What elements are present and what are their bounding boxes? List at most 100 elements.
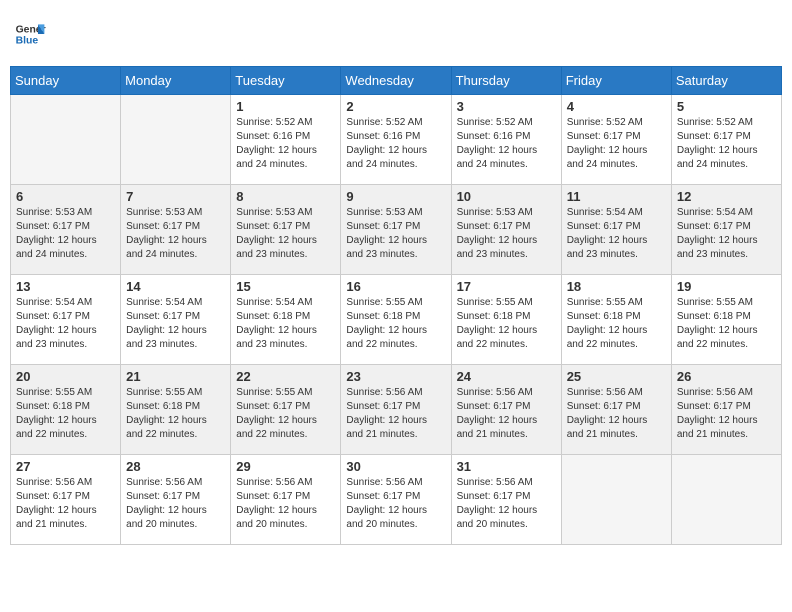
day-info: Sunrise: 5:56 AM Sunset: 6:17 PM Dayligh… bbox=[16, 476, 115, 532]
day-info: Sunrise: 5:56 AM Sunset: 6:17 PM Dayligh… bbox=[346, 476, 445, 532]
day-number: 6 bbox=[16, 189, 115, 204]
day-info: Sunrise: 5:53 AM Sunset: 6:17 PM Dayligh… bbox=[126, 206, 225, 262]
day-cell: 14 Sunrise: 5:54 AM Sunset: 6:17 PM Dayli… bbox=[121, 275, 231, 365]
day-cell: 31Sunrise: 5:56 AM Sunset: 6:17 PM Dayli… bbox=[451, 455, 561, 545]
day-number: 13 bbox=[16, 279, 115, 294]
day-number: 21 bbox=[126, 369, 225, 384]
weekday-header-saturday: Saturday bbox=[671, 67, 781, 95]
day-info: Sunrise: 5:53 AM Sunset: 6:17 PM Dayligh… bbox=[457, 206, 556, 262]
day-number: 20 bbox=[16, 369, 115, 384]
day-info: Sunrise: 5:53 AM Sunset: 6:17 PM Dayligh… bbox=[346, 206, 445, 262]
day-info: Sunrise: 5:56 AM Sunset: 6:17 PM Dayligh… bbox=[457, 476, 556, 532]
week-row-4: 20 Sunrise: 5:55 AM Sunset: 6:18 PM Dayli… bbox=[11, 365, 782, 455]
day-cell: 6 Sunrise: 5:53 AM Sunset: 6:17 PM Daylig… bbox=[11, 185, 121, 275]
day-number: 15 bbox=[236, 279, 335, 294]
day-number: 16 bbox=[346, 279, 445, 294]
day-info: Sunrise: 5:52 AM Sunset: 6:16 PM Dayligh… bbox=[236, 116, 335, 172]
day-info: Sunrise: 5:54 AM Sunset: 6:17 PM Dayligh… bbox=[16, 296, 115, 352]
weekday-header-monday: Monday bbox=[121, 67, 231, 95]
day-info: Sunrise: 5:52 AM Sunset: 6:17 PM Dayligh… bbox=[567, 116, 666, 172]
day-cell: 21Sunrise: 5:55 AM Sunset: 6:18 PM Dayli… bbox=[121, 365, 231, 455]
day-number: 28 bbox=[126, 459, 225, 474]
day-cell bbox=[121, 95, 231, 185]
day-cell: 15Sunrise: 5:54 AM Sunset: 6:18 PM Dayli… bbox=[231, 275, 341, 365]
day-cell: 2Sunrise: 5:52 AM Sunset: 6:16 PM Daylig… bbox=[341, 95, 451, 185]
day-number: 30 bbox=[346, 459, 445, 474]
day-info: Sunrise: 5:54 AM Sunset: 6:17 PM Dayligh… bbox=[126, 296, 225, 352]
day-number: 24 bbox=[457, 369, 556, 384]
day-number: 22 bbox=[236, 369, 335, 384]
weekday-header-sunday: Sunday bbox=[11, 67, 121, 95]
day-info: Sunrise: 5:53 AM Sunset: 6:17 PM Dayligh… bbox=[236, 206, 335, 262]
day-number: 3 bbox=[457, 99, 556, 114]
day-cell: 29 Sunrise: 5:56 AM Sunset: 6:17 PM Dayli… bbox=[231, 455, 341, 545]
day-number: 18 bbox=[567, 279, 666, 294]
week-row-3: 13 Sunrise: 5:54 AM Sunset: 6:17 PM Dayli… bbox=[11, 275, 782, 365]
day-cell: 18 Sunrise: 5:55 AM Sunset: 6:18 PM Dayli… bbox=[561, 275, 671, 365]
day-cell: 23Sunrise: 5:56 AM Sunset: 6:17 PM Dayli… bbox=[341, 365, 451, 455]
day-cell: 9 Sunrise: 5:53 AM Sunset: 6:17 PM Daylig… bbox=[341, 185, 451, 275]
day-info: Sunrise: 5:55 AM Sunset: 6:18 PM Dayligh… bbox=[346, 296, 445, 352]
day-info: Sunrise: 5:52 AM Sunset: 6:16 PM Dayligh… bbox=[457, 116, 556, 172]
day-cell: 12Sunrise: 5:54 AM Sunset: 6:17 PM Dayli… bbox=[671, 185, 781, 275]
day-number: 9 bbox=[346, 189, 445, 204]
day-number: 14 bbox=[126, 279, 225, 294]
week-row-1: 1 Sunrise: 5:52 AM Sunset: 6:16 PM Daylig… bbox=[11, 95, 782, 185]
day-info: Sunrise: 5:55 AM Sunset: 6:17 PM Dayligh… bbox=[236, 386, 335, 442]
day-info: Sunrise: 5:53 AM Sunset: 6:17 PM Dayligh… bbox=[16, 206, 115, 262]
day-info: Sunrise: 5:56 AM Sunset: 6:17 PM Dayligh… bbox=[567, 386, 666, 442]
day-info: Sunrise: 5:56 AM Sunset: 6:17 PM Dayligh… bbox=[126, 476, 225, 532]
day-info: Sunrise: 5:56 AM Sunset: 6:17 PM Dayligh… bbox=[457, 386, 556, 442]
week-row-2: 6 Sunrise: 5:53 AM Sunset: 6:17 PM Daylig… bbox=[11, 185, 782, 275]
weekday-header-wednesday: Wednesday bbox=[341, 67, 451, 95]
day-info: Sunrise: 5:55 AM Sunset: 6:18 PM Dayligh… bbox=[567, 296, 666, 352]
day-info: Sunrise: 5:54 AM Sunset: 6:17 PM Dayligh… bbox=[567, 206, 666, 262]
weekday-header-friday: Friday bbox=[561, 67, 671, 95]
day-info: Sunrise: 5:52 AM Sunset: 6:17 PM Dayligh… bbox=[677, 116, 776, 172]
svg-text:Blue: Blue bbox=[16, 36, 39, 47]
day-number: 17 bbox=[457, 279, 556, 294]
day-cell: 3 Sunrise: 5:52 AM Sunset: 6:16 PM Daylig… bbox=[451, 95, 561, 185]
day-cell: 28 Sunrise: 5:56 AM Sunset: 6:17 PM Dayli… bbox=[121, 455, 231, 545]
weekday-header-thursday: Thursday bbox=[451, 67, 561, 95]
day-cell: 24 Sunrise: 5:56 AM Sunset: 6:17 PM Dayli… bbox=[451, 365, 561, 455]
day-cell: 7 Sunrise: 5:53 AM Sunset: 6:17 PM Daylig… bbox=[121, 185, 231, 275]
week-row-5: 27 Sunrise: 5:56 AM Sunset: 6:17 PM Dayli… bbox=[11, 455, 782, 545]
day-cell: 16 Sunrise: 5:55 AM Sunset: 6:18 PM Dayli… bbox=[341, 275, 451, 365]
day-info: Sunrise: 5:56 AM Sunset: 6:17 PM Dayligh… bbox=[236, 476, 335, 532]
day-number: 12 bbox=[677, 189, 776, 204]
day-number: 25 bbox=[567, 369, 666, 384]
calendar: SundayMondayTuesdayWednesdayThursdayFrid… bbox=[10, 66, 782, 545]
day-cell bbox=[671, 455, 781, 545]
day-number: 5 bbox=[677, 99, 776, 114]
day-cell bbox=[11, 95, 121, 185]
day-info: Sunrise: 5:55 AM Sunset: 6:18 PM Dayligh… bbox=[677, 296, 776, 352]
day-number: 29 bbox=[236, 459, 335, 474]
day-number: 7 bbox=[126, 189, 225, 204]
day-number: 26 bbox=[677, 369, 776, 384]
header: General Blue bbox=[10, 10, 782, 58]
logo-icon: General Blue bbox=[14, 18, 46, 50]
day-cell: 10 Sunrise: 5:53 AM Sunset: 6:17 PM Dayli… bbox=[451, 185, 561, 275]
day-cell bbox=[561, 455, 671, 545]
day-info: Sunrise: 5:56 AM Sunset: 6:17 PM Dayligh… bbox=[677, 386, 776, 442]
weekday-header-tuesday: Tuesday bbox=[231, 67, 341, 95]
day-info: Sunrise: 5:55 AM Sunset: 6:18 PM Dayligh… bbox=[457, 296, 556, 352]
day-info: Sunrise: 5:56 AM Sunset: 6:17 PM Dayligh… bbox=[346, 386, 445, 442]
day-number: 10 bbox=[457, 189, 556, 204]
weekday-header-row: SundayMondayTuesdayWednesdayThursdayFrid… bbox=[11, 67, 782, 95]
logo: General Blue bbox=[14, 18, 46, 50]
day-number: 27 bbox=[16, 459, 115, 474]
day-number: 1 bbox=[236, 99, 335, 114]
day-cell: 19Sunrise: 5:55 AM Sunset: 6:18 PM Dayli… bbox=[671, 275, 781, 365]
day-cell: 20 Sunrise: 5:55 AM Sunset: 6:18 PM Dayli… bbox=[11, 365, 121, 455]
day-cell: 22 Sunrise: 5:55 AM Sunset: 6:17 PM Dayli… bbox=[231, 365, 341, 455]
day-number: 11 bbox=[567, 189, 666, 204]
day-cell: 26 Sunrise: 5:56 AM Sunset: 6:17 PM Dayli… bbox=[671, 365, 781, 455]
day-info: Sunrise: 5:55 AM Sunset: 6:18 PM Dayligh… bbox=[16, 386, 115, 442]
day-cell: 1 Sunrise: 5:52 AM Sunset: 6:16 PM Daylig… bbox=[231, 95, 341, 185]
day-cell: 4Sunrise: 5:52 AM Sunset: 6:17 PM Daylig… bbox=[561, 95, 671, 185]
day-cell: 5 Sunrise: 5:52 AM Sunset: 6:17 PM Daylig… bbox=[671, 95, 781, 185]
day-cell: 25 Sunrise: 5:56 AM Sunset: 6:17 PM Dayli… bbox=[561, 365, 671, 455]
day-number: 2 bbox=[346, 99, 445, 114]
